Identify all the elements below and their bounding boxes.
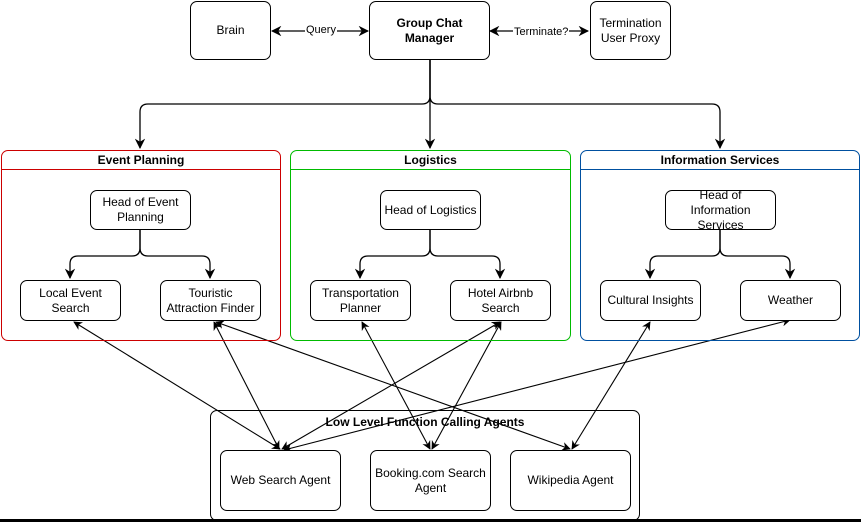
- edge-label-query: Query: [305, 24, 337, 37]
- cultural-insights-node[interactable]: Cultural Insights: [600, 280, 701, 321]
- hotel-airbnb-search-node[interactable]: Hotel Airbnb Search: [450, 280, 551, 321]
- head-of-logistics-node[interactable]: Head of Logistics: [380, 190, 481, 230]
- weather-node[interactable]: Weather: [740, 280, 841, 321]
- booking-search-agent-node[interactable]: Booking.com Search Agent: [370, 450, 491, 511]
- edge-manager-information: [429, 60, 726, 150]
- group-title-logistics: Logistics: [291, 151, 570, 170]
- touristic-attraction-finder-node[interactable]: Touristic Attraction Finder: [160, 280, 261, 321]
- group-title-low-level-agents: Low Level Function Calling Agents: [325, 415, 525, 429]
- edge-label-terminate: Terminate?: [513, 26, 570, 39]
- head-of-information-services-node[interactable]: Head of Information Services: [665, 188, 776, 232]
- head-of-event-planning-node[interactable]: Head of Event Planning: [90, 190, 191, 230]
- group-title-information-services: Information Services: [581, 151, 859, 170]
- group-chat-manager-node[interactable]: Group Chat Manager: [369, 1, 490, 60]
- termination-user-proxy-node[interactable]: Termination User Proxy: [590, 1, 671, 60]
- group-title-event-planning: Event Planning: [2, 151, 280, 170]
- transportation-planner-node[interactable]: Transportation Planner: [310, 280, 411, 321]
- web-search-agent-node[interactable]: Web Search Agent: [220, 450, 341, 511]
- wikipedia-agent-node[interactable]: Wikipedia Agent: [510, 450, 631, 511]
- local-event-search-node[interactable]: Local Event Search: [20, 280, 121, 321]
- brain-node[interactable]: Brain: [190, 1, 271, 60]
- edge-manager-event-planning: [134, 60, 431, 150]
